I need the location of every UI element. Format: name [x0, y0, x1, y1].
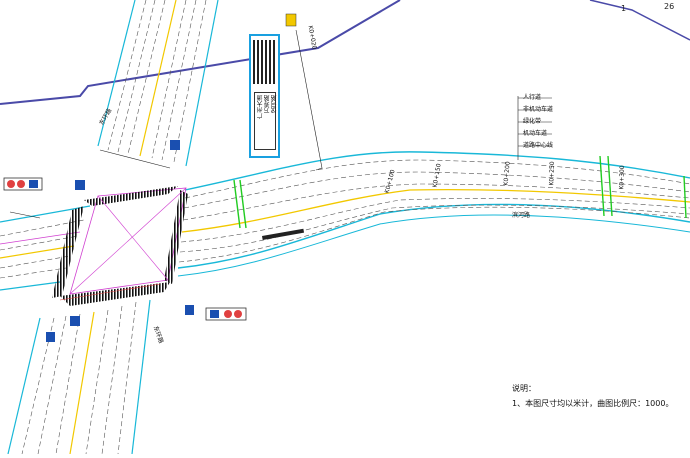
notes-line-1: 1、本图尺寸均以米计，曲图比例尺：1000。 [512, 399, 674, 408]
sign-arrows [253, 40, 276, 84]
road-plan-drawing [0, 0, 690, 455]
north-road [97, 0, 219, 167]
sheet-total: 26 [664, 2, 675, 11]
legend-centerline: 道路中心线 [523, 142, 554, 149]
legend-green-belt: 绿化带 [523, 118, 542, 125]
intersection [52, 186, 188, 306]
boundary-line-top-right [589, 0, 690, 41]
station-4: K0+250 [548, 161, 557, 186]
notes-heading: 说明： [512, 384, 536, 393]
legend-sidewalk: 人行道 [523, 94, 542, 101]
drawing-canvas: 广州大道 万寿路 滨河路 人行道 非机动车道 绿化带 机动车道 道路中心线 滨河… [0, 0, 690, 455]
station-5: K0+300 [618, 165, 627, 190]
main-road-name: 滨河路 [512, 212, 531, 219]
legend-bike-lane: 非机动车道 [523, 106, 554, 113]
sign-text-panel: 广州大道 万寿路 滨河路 [254, 92, 278, 150]
sheet-index: 1 [621, 4, 627, 13]
guide-sign-board: 广州大道 万寿路 滨河路 [249, 34, 280, 158]
legend-motor-lane: 机动车道 [523, 130, 548, 137]
boundary-line-north [0, 0, 401, 105]
sign-text-3: 滨河路 [271, 95, 278, 113]
